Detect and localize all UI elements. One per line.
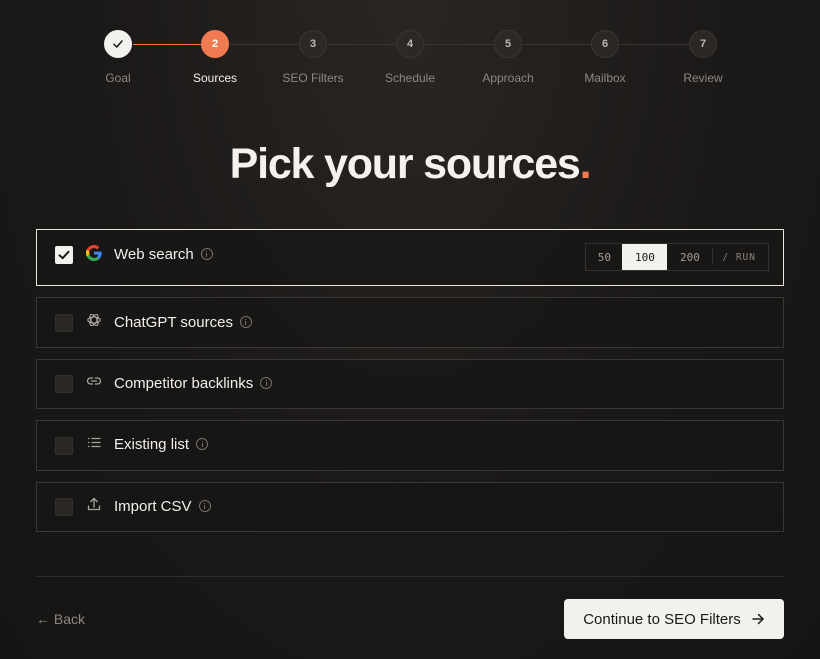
continue-button[interactable]: Continue to SEO Filters	[564, 599, 784, 639]
step-number: 6	[591, 30, 619, 58]
step-label: Sources	[192, 71, 238, 85]
source-checkbox[interactable]	[55, 246, 73, 264]
step-approach[interactable]: 5 Approach	[458, 30, 558, 85]
source-label: Web search	[114, 246, 213, 263]
source-checkbox[interactable]	[55, 314, 73, 332]
upload-icon	[87, 497, 101, 511]
source-checkbox[interactable]	[55, 498, 73, 516]
list-icon	[87, 437, 101, 448]
info-icon[interactable]	[260, 377, 273, 389]
step-mailbox[interactable]: 6 Mailbox	[555, 30, 655, 85]
source-label-text: Web search	[114, 246, 194, 263]
step-number: 4	[396, 30, 424, 58]
info-icon[interactable]	[239, 316, 252, 328]
source-label-text: Import CSV	[114, 498, 192, 515]
source-option-competitor-backlinks[interactable]: Competitor backlinks	[36, 359, 784, 409]
source-label-text: Existing list	[114, 436, 190, 453]
source-label: Import CSV	[114, 498, 211, 515]
source-option-web-search[interactable]: Web search 50 100 200 / RUN	[36, 229, 784, 286]
info-icon[interactable]	[196, 438, 209, 450]
step-number: 7	[689, 30, 717, 58]
source-checkbox[interactable]	[55, 437, 73, 455]
step-label: Mailbox	[584, 71, 626, 85]
step-number: 2	[201, 30, 229, 58]
results-per-run-selector: 50 100 200 / RUN	[585, 243, 769, 271]
step-label: Review	[683, 71, 723, 85]
openai-icon	[87, 313, 101, 327]
check-icon	[58, 250, 70, 260]
step-review[interactable]: 7 Review	[653, 30, 753, 85]
step-label: Goal	[105, 71, 131, 85]
per-run-unit: / RUN	[712, 249, 768, 265]
source-label-text: Competitor backlinks	[114, 375, 254, 392]
source-option-chatgpt-sources[interactable]: ChatGPT sources	[36, 297, 784, 348]
source-option-existing-list[interactable]: Existing list	[36, 420, 784, 471]
page-title: Pick your sources.	[0, 140, 820, 189]
continue-button-label: Continue to SEO Filters	[583, 610, 741, 628]
results-option-200[interactable]: 200	[667, 244, 712, 270]
source-label: ChatGPT sources	[114, 314, 252, 331]
step-goal[interactable]: Goal	[68, 30, 168, 85]
step-number: 5	[494, 30, 522, 58]
step-number: 3	[299, 30, 327, 58]
check-icon	[104, 30, 132, 58]
progress-stepper: Goal 2 Sources 3 SEO Filters 4 Schedule …	[70, 30, 750, 90]
source-checkbox[interactable]	[55, 375, 73, 393]
step-label: Approach	[482, 71, 534, 85]
step-schedule[interactable]: 4 Schedule	[360, 30, 460, 85]
source-label: Competitor backlinks	[114, 375, 273, 392]
source-option-import-csv[interactable]: Import CSV	[36, 482, 784, 532]
google-icon	[86, 245, 102, 261]
results-option-100[interactable]: 100	[622, 244, 668, 270]
back-button[interactable]: ← Back	[36, 611, 85, 627]
arrow-right-icon	[752, 613, 764, 625]
source-label-text: ChatGPT sources	[114, 314, 233, 331]
info-icon[interactable]	[198, 500, 211, 512]
step-label: Schedule	[384, 71, 436, 85]
footer-divider	[36, 576, 784, 577]
step-label: SEO Filters	[282, 71, 344, 85]
step-seo-filters[interactable]: 3 SEO Filters	[263, 30, 363, 85]
step-sources[interactable]: 2 Sources	[165, 30, 265, 85]
results-option-50[interactable]: 50	[586, 244, 622, 270]
info-icon[interactable]	[200, 248, 213, 260]
link-icon	[86, 377, 102, 385]
page-title-text: Pick your sources	[229, 140, 581, 188]
title-accent-dot: .	[579, 140, 592, 188]
source-label: Existing list	[114, 436, 209, 453]
